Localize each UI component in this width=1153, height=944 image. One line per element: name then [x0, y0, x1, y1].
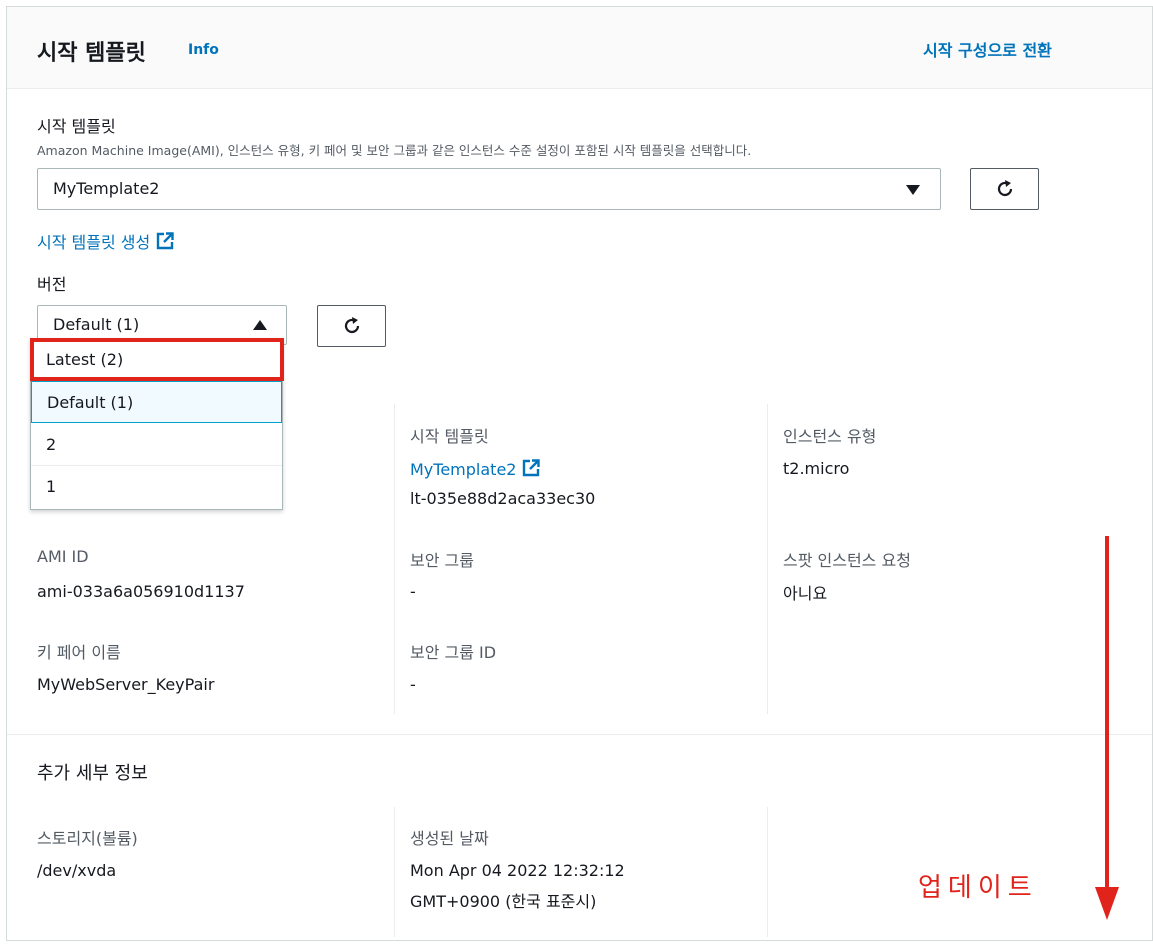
- version-option-default[interactable]: Default (1): [31, 381, 282, 423]
- section-divider: [7, 734, 1152, 735]
- launch-template-id: lt-035e88d2aca33ec30: [410, 489, 596, 508]
- version-option-1[interactable]: 1: [31, 466, 282, 508]
- column-divider: [767, 807, 768, 937]
- launch-template-key: 시작 템플릿: [410, 427, 489, 446]
- template-select-value: MyTemplate2: [53, 179, 160, 198]
- refresh-icon: [997, 180, 1012, 197]
- column-divider: [394, 807, 395, 937]
- panel-title: 시작 템플릿: [37, 41, 146, 66]
- created-date-line1: Mon Apr 04 2022 12:32:12: [410, 861, 625, 880]
- security-group-value: -: [410, 582, 416, 601]
- key-pair-key: 키 페어 이름: [37, 643, 121, 662]
- annotation-highlight-box: [30, 338, 284, 381]
- ami-id-key: AMI ID: [37, 547, 89, 566]
- switch-to-launch-config-link[interactable]: 시작 구성으로 전환: [923, 37, 1052, 61]
- info-link[interactable]: Info: [188, 42, 219, 58]
- created-date-line2: GMT+0900 (한국 표준시): [410, 892, 597, 911]
- ami-id-value: ami-033a6a056910d1137: [37, 582, 245, 601]
- additional-details-title: 추가 세부 정보: [37, 763, 148, 784]
- template-select[interactable]: MyTemplate2: [37, 168, 941, 210]
- external-link-icon: [523, 459, 541, 477]
- security-group-key: 보안 그룹: [410, 551, 474, 570]
- annotation-text: 업데이트: [918, 873, 1038, 903]
- create-template-link[interactable]: 시작 템플릿 생성: [37, 229, 174, 253]
- instance-type-value: t2.micro: [783, 459, 850, 478]
- template-field-description: Amazon Machine Image(AMI), 인스턴스 유형, 키 페어…: [37, 143, 752, 158]
- column-divider: [767, 404, 768, 714]
- key-pair-value: MyWebServer_KeyPair: [37, 675, 215, 694]
- caret-up-icon: [253, 320, 267, 330]
- security-group-id-key: 보안 그룹 ID: [410, 643, 497, 662]
- version-select-value: Default (1): [53, 315, 140, 334]
- column-divider: [394, 404, 395, 714]
- caret-down-icon: [906, 185, 920, 195]
- security-group-id-value: -: [410, 675, 416, 694]
- spot-request-value: 아니요: [783, 584, 828, 603]
- launch-template-name-label: MyTemplate2: [410, 460, 517, 479]
- template-refresh-button[interactable]: [970, 168, 1039, 210]
- panel-header: 시작 템플릿 Info 시작 구성으로 전환: [7, 7, 1152, 89]
- instance-type-key: 인스턴스 유형: [783, 427, 877, 446]
- annotation-arrow-down-icon: [1095, 536, 1119, 920]
- template-field-label: 시작 템플릿: [37, 117, 116, 136]
- version-refresh-button[interactable]: [317, 305, 386, 347]
- storage-key: 스토리지(볼륨): [37, 829, 138, 848]
- external-link-icon: [157, 232, 174, 250]
- created-date-key: 생성된 날짜: [410, 829, 489, 848]
- spot-request-key: 스팟 인스턴스 요청: [783, 551, 911, 570]
- launch-template-name-link[interactable]: MyTemplate2: [410, 459, 541, 479]
- storage-value: /dev/xvda: [37, 861, 117, 880]
- refresh-icon: [344, 317, 359, 334]
- create-template-link-label: 시작 템플릿 생성: [37, 233, 151, 252]
- version-field-label: 버전: [37, 275, 67, 294]
- version-option-2[interactable]: 2: [31, 424, 282, 466]
